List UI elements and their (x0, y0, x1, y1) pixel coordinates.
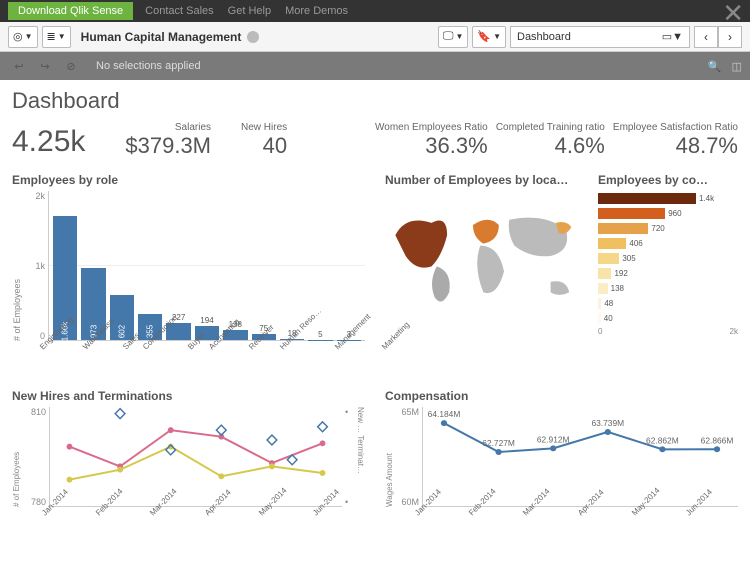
svg-text:62.866M: 62.866M (701, 437, 734, 446)
download-button[interactable]: Download Qlik Sense (8, 2, 133, 20)
kpi-training-label: Completed Training ratio (496, 122, 605, 133)
chevron-right-icon: › (728, 30, 732, 44)
monitor-icon: 🖵 (443, 30, 454, 43)
kpi-satisfaction: 48.7% (613, 133, 738, 159)
prev-sheet-button[interactable]: ‹ (694, 26, 718, 48)
kpi-salaries: $379.3M (125, 133, 211, 159)
role-y-label: # of Employees (12, 191, 22, 341)
bookmark-button[interactable]: 🔖▼ (472, 26, 506, 48)
title-employees-by-loc: Number of Employees by loca… (385, 173, 592, 187)
kpi-newhires-label: New Hires (241, 122, 287, 133)
svg-text:62.912M: 62.912M (537, 436, 570, 445)
sheet-label: Dashboard (517, 31, 662, 43)
kpi-headcount: 4.25k (12, 125, 85, 159)
link-contact-sales[interactable]: Contact Sales (145, 5, 213, 17)
bookmark-icon: 🔖 (477, 30, 491, 43)
kpi-women: 36.3% (375, 133, 488, 159)
step-forward-icon[interactable]: ↪ (34, 57, 56, 75)
page-title: Dashboard (12, 88, 738, 114)
app-toolbar: ◎▼ ≣▼ Human Capital Management 🖵▼ 🔖▼ Das… (0, 22, 750, 52)
svg-text:62.727M: 62.727M (482, 439, 515, 448)
svg-text:64.184M: 64.184M (428, 410, 461, 419)
navigation-button[interactable]: ◎▼ (8, 26, 38, 48)
title-hires-terms: New Hires and Terminations (12, 389, 365, 403)
kpi-women-label: Women Employees Ratio (375, 122, 488, 133)
clear-selections-icon[interactable]: ⊘ (60, 57, 82, 75)
device-button[interactable]: 🖵▼ (438, 26, 469, 48)
demo-topbar: Download Qlik Sense Contact Sales Get He… (0, 0, 750, 22)
kpi-training: 4.6% (496, 133, 605, 159)
kpi-satisfaction-label: Employee Satisfaction Ratio (613, 122, 738, 133)
selections-bar: ↩ ↪ ⊘ No selections applied 🔍 ◫ (0, 52, 750, 80)
kpi-newhires: 40 (241, 133, 287, 159)
selections-text: No selections applied (96, 60, 201, 72)
search-icon[interactable]: 🔍 (708, 60, 722, 73)
compass-icon: ◎ (13, 30, 23, 43)
sheet-selector[interactable]: Dashboard ▭ ▼ (510, 26, 690, 48)
close-icon[interactable]: ✕ (722, 0, 744, 29)
chart-employees-by-country[interactable]: 1.4k9607204063051921384840 (598, 191, 738, 325)
chevron-down-icon: ▼ (672, 31, 683, 43)
list-icon: ≣ (47, 30, 56, 43)
kpi-row: 4.25k Salaries $379.3M New Hires 40 Wome… (12, 122, 738, 159)
comp-y-label: Wages Amount (385, 407, 394, 507)
chart-map[interactable] (385, 191, 592, 321)
world-map-icon (385, 191, 592, 321)
title-compensation: Compensation (385, 389, 738, 403)
global-icon (247, 31, 259, 43)
sheet-body: Dashboard 4.25k Salaries $379.3M New Hir… (0, 80, 750, 545)
link-get-help[interactable]: Get Help (228, 5, 271, 17)
kpi-salaries-label: Salaries (125, 122, 211, 133)
app-title: Human Capital Management (81, 30, 260, 44)
link-more-demos[interactable]: More Demos (285, 5, 348, 17)
sheet-icon: ▭ (662, 30, 672, 43)
svg-text:63.739M: 63.739M (591, 419, 624, 428)
hires-y-label: # of Employees (12, 407, 21, 507)
chevron-left-icon: ‹ (704, 30, 708, 44)
selection-tool-icon[interactable]: ◫ (732, 60, 742, 73)
title-employees-by-country: Employees by co… (598, 173, 738, 187)
svg-text:62.862M: 62.862M (646, 437, 679, 446)
title-employees-by-role: Employees by role (12, 173, 365, 187)
list-view-button[interactable]: ≣▼ (42, 26, 71, 48)
step-back-icon[interactable]: ↩ (8, 57, 30, 75)
